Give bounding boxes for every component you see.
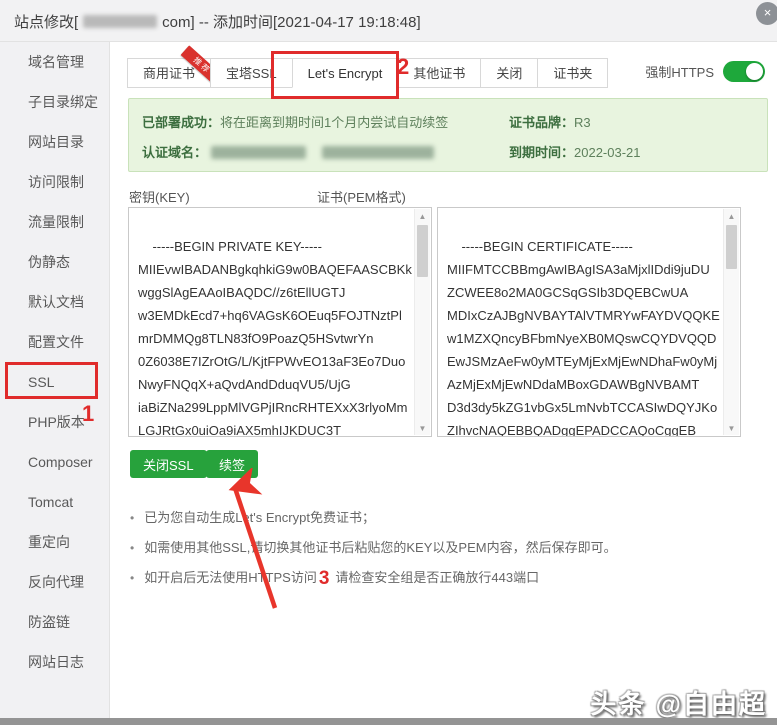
scroll-up-icon[interactable]: ▲ — [724, 209, 739, 223]
ssl-tab-strip: 商用证书 推荐 宝塔SSL Let's Encrypt 其他证书 关闭 证书夹 — [127, 45, 609, 88]
sidebar: 域名管理 子目录绑定 网站目录 访问限制 流量限制 伪静态 默认文档 配置文件 … — [0, 42, 110, 718]
auth-domain-label: 认证域名： — [142, 145, 208, 160]
window-title: 站点修改[ com] -- 添加时间[2021-04-17 19:18:48] — [14, 11, 421, 32]
tab-lets-encrypt[interactable]: Let's Encrypt — [291, 58, 399, 88]
private-key-label: 密钥(KEY) — [129, 190, 190, 205]
note-other-ssl-text: 如需使用其他SSL,请切换其他证书后粘贴您的KEY以及PEM内容，然后保存即可。 — [144, 540, 617, 555]
deploy-status-box: 已部署成功：将在距离到期时间1个月内尝试自动续签 认证域名： 证书品牌：R3 到… — [128, 98, 768, 172]
tab-close[interactable]: 关闭 — [480, 58, 539, 88]
sidebar-item-default-doc[interactable]: 默认文档 — [0, 282, 109, 322]
title-suffix: com] -- 添加时间[2021-04-17 19:18:48] — [162, 14, 421, 31]
cert-brand-label: 证书品牌： — [509, 115, 575, 130]
note-auto-generated: • 已为您自动生成Let's Encrypt免费证书； — [130, 503, 617, 533]
expire-date-label: 到期时间： — [509, 145, 575, 160]
scroll-down-icon[interactable]: ▼ — [724, 421, 739, 435]
pem-cert-label: 证书(PEM格式) — [317, 190, 406, 205]
scrollbar-thumb[interactable] — [726, 225, 737, 269]
sidebar-item-reverse-proxy[interactable]: 反向代理 — [0, 562, 109, 602]
toggle-knob — [746, 63, 763, 80]
deploy-status-text: 将在距离到期时间1个月内尝试自动续签 — [220, 115, 449, 130]
bullet-icon: • — [130, 571, 135, 585]
tab-commercial-cert-label: 商用证书 — [143, 66, 196, 81]
cert-scrollbar[interactable]: ▲ ▼ — [723, 209, 739, 435]
note-https-port: • 如开启后无法使用HTTPS访问 3 请检查安全组是否正确放行443端口 — [130, 563, 617, 593]
bullet-icon: • — [130, 541, 135, 555]
close-ssl-button[interactable]: 关闭SSL — [130, 450, 207, 478]
pem-cert-content: -----BEGIN CERTIFICATE----- MIIFMTCCBBmg… — [447, 239, 720, 437]
private-key-textarea[interactable]: -----BEGIN PRIVATE KEY----- MIIEvwIBADAN… — [128, 207, 432, 437]
sidebar-item-composer[interactable]: Composer — [0, 442, 109, 482]
sidebar-item-domain-manage[interactable]: 域名管理 — [0, 42, 109, 82]
blurred-auth-domain-1 — [211, 146, 307, 159]
pem-cert-textarea[interactable]: -----BEGIN CERTIFICATE----- MIIFMTCCBBmg… — [437, 207, 741, 437]
blurred-auth-domain-2 — [322, 146, 435, 159]
watermark: 头条 @自由超 — [590, 689, 767, 719]
window-title-bar: 站点修改[ com] -- 添加时间[2021-04-17 19:18:48] × — [0, 0, 777, 42]
sidebar-item-config-file[interactable]: 配置文件 — [0, 322, 109, 362]
scroll-up-icon[interactable]: ▲ — [415, 209, 430, 223]
blurred-domain — [83, 15, 158, 28]
scroll-down-icon[interactable]: ▼ — [415, 421, 430, 435]
note-https-port-text-post: 请检查安全组是否正确放行443端口 — [335, 570, 540, 585]
sidebar-item-traffic-limit[interactable]: 流量限制 — [0, 202, 109, 242]
title-prefix: 站点修改[ — [14, 14, 79, 31]
sidebar-item-access-limit[interactable]: 访问限制 — [0, 162, 109, 202]
sidebar-item-redirect[interactable]: 重定向 — [0, 522, 109, 562]
sidebar-item-site-log[interactable]: 网站日志 — [0, 642, 109, 682]
bullet-icon: • — [130, 511, 135, 525]
bottom-bar — [0, 718, 777, 725]
notes-list: • 已为您自动生成Let's Encrypt免费证书； • 如需使用其他SSL,请切… — [130, 503, 617, 593]
sidebar-item-subdir-bind[interactable]: 子目录绑定 — [0, 82, 109, 122]
sidebar-item-tomcat[interactable]: Tomcat — [0, 482, 109, 522]
annotation-step-3: 3 — [318, 568, 330, 589]
force-https-label: 强制HTTPS — [645, 65, 714, 80]
cert-brand-value: R3 — [574, 115, 591, 130]
key-scrollbar[interactable]: ▲ ▼ — [414, 209, 430, 435]
deploy-status-label: 已部署成功： — [142, 115, 221, 130]
sidebar-item-php-version[interactable]: PHP版本 — [0, 402, 109, 442]
sidebar-item-rewrite[interactable]: 伪静态 — [0, 242, 109, 282]
note-other-ssl: • 如需使用其他SSL,请切换其他证书后粘贴您的KEY以及PEM内容，然后保存即可… — [130, 533, 617, 563]
tab-bt-ssl[interactable]: 宝塔SSL — [210, 58, 293, 88]
close-icon[interactable]: × — [756, 2, 777, 25]
sidebar-item-ssl[interactable]: SSL — [0, 362, 109, 402]
tab-commercial-cert[interactable]: 商用证书 推荐 — [127, 45, 224, 88]
renew-button[interactable]: 续签 — [206, 450, 259, 478]
private-key-content: -----BEGIN PRIVATE KEY----- MIIEvwIBADAN… — [138, 239, 412, 437]
force-https-group: 强制HTTPS — [645, 61, 765, 82]
sidebar-item-anti-leech[interactable]: 防盗链 — [0, 602, 109, 642]
scrollbar-thumb[interactable] — [417, 225, 428, 277]
force-https-toggle[interactable] — [723, 61, 765, 82]
note-auto-generated-text: 已为您自动生成Let's Encrypt免费证书； — [144, 510, 375, 525]
note-https-port-text-pre: 如开启后无法使用HTTPS访问 — [144, 570, 317, 585]
tab-cert-folder[interactable]: 证书夹 — [537, 58, 609, 88]
sidebar-item-site-dir[interactable]: 网站目录 — [0, 122, 109, 162]
expire-date-value: 2022-03-21 — [574, 145, 641, 160]
tab-other-cert[interactable]: 其他证书 — [397, 58, 482, 88]
